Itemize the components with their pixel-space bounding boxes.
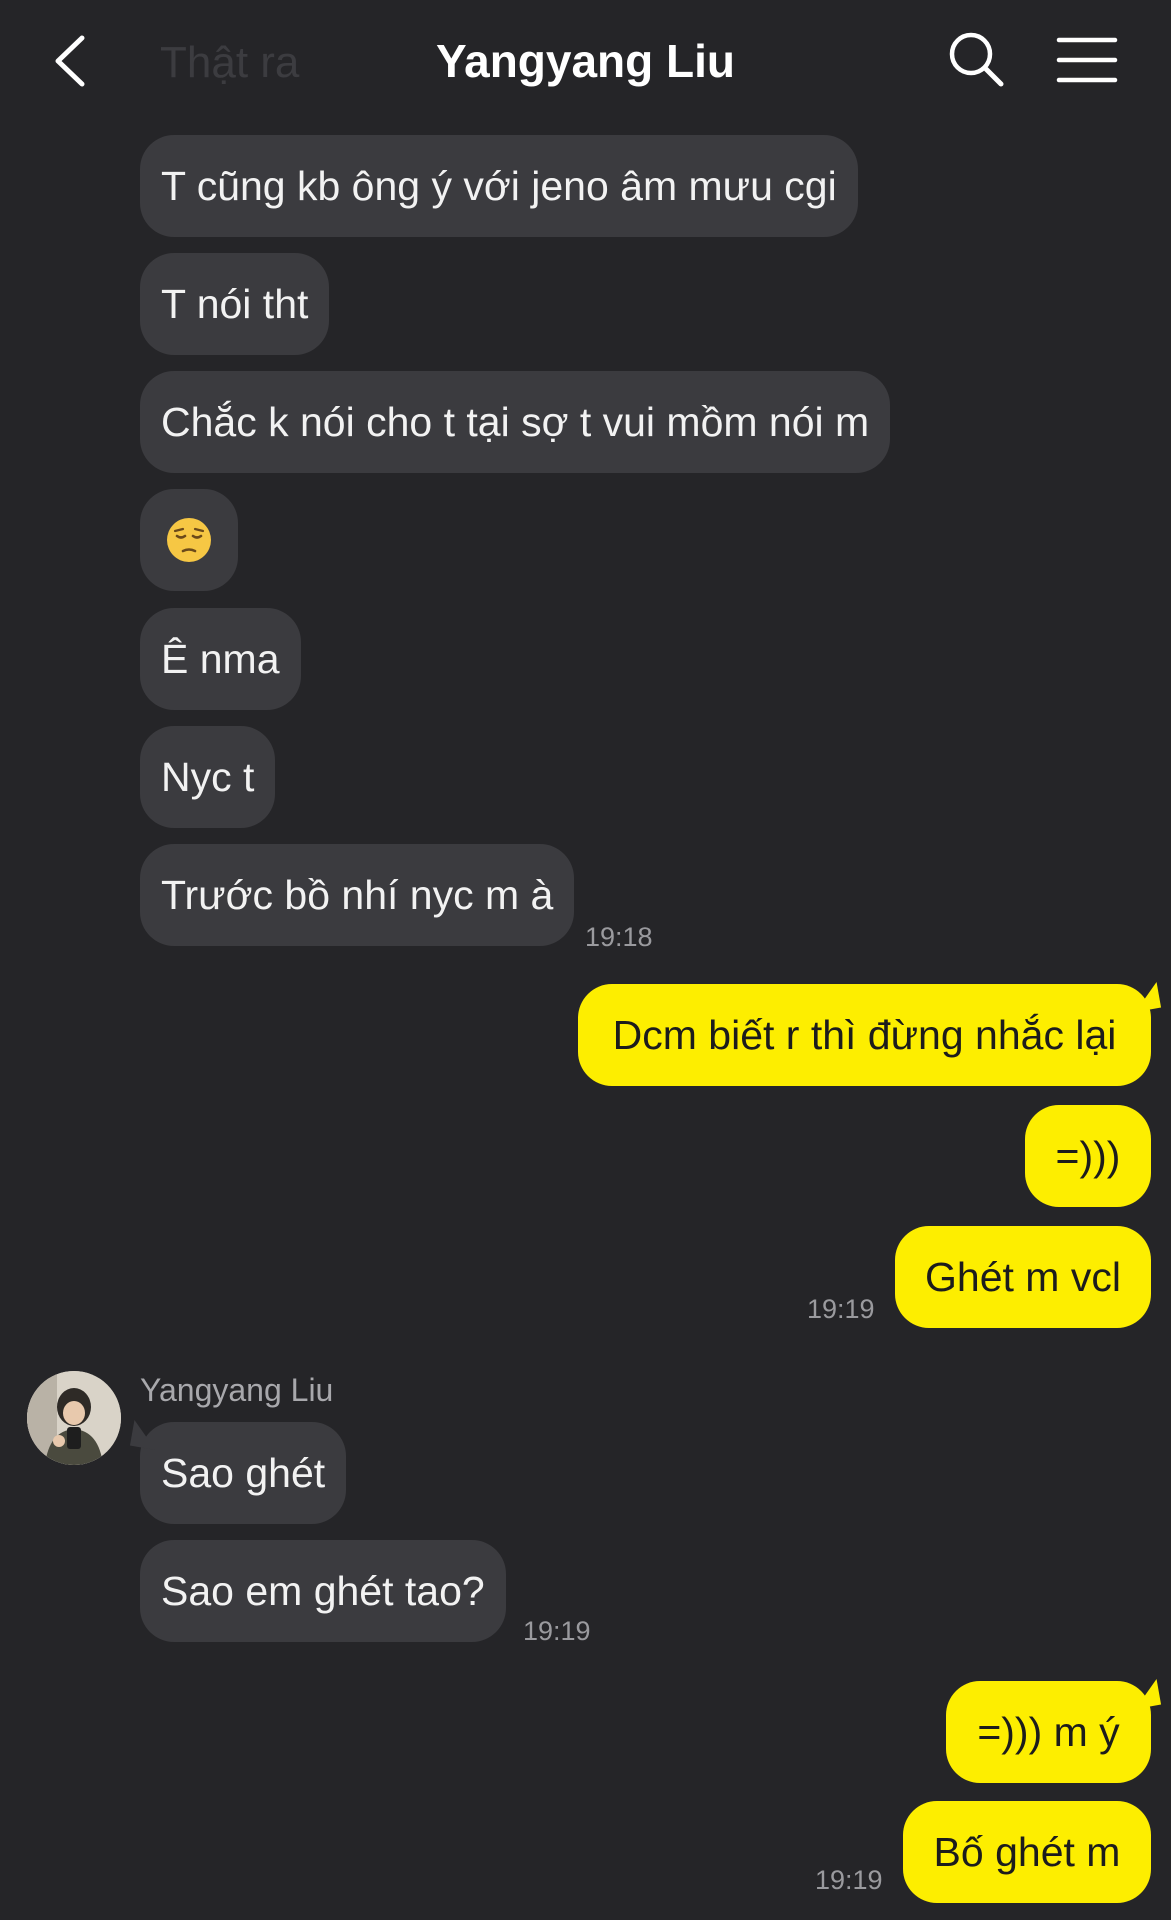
chat-header: Thật ra Yangyang Liu [0, 0, 1171, 125]
received-message-bubble[interactable]: Trước bồ nhí nyc m à [140, 844, 575, 946]
menu-button[interactable] [1055, 32, 1119, 88]
sent-message-bubble[interactable]: Ghét m vcl [895, 1226, 1151, 1328]
hamburger-menu-icon [1056, 37, 1118, 83]
search-button[interactable] [945, 28, 1009, 92]
message-timestamp: 19:19 [815, 1865, 883, 1895]
pensive-face-emoji [167, 518, 211, 562]
sent-message-bubble[interactable]: =))) m ý [946, 1681, 1151, 1783]
received-message-bubble[interactable]: T nói tht [140, 253, 330, 355]
sent-message-bubble[interactable]: =))) [1025, 1105, 1151, 1207]
message-timestamp: 19:19 [523, 1616, 591, 1646]
sent-message-bubble[interactable]: Bố ghét m [903, 1801, 1151, 1903]
message-timestamp: 19:19 [807, 1294, 875, 1324]
received-message-bubble[interactable]: Sao ghét [140, 1422, 347, 1524]
avatar[interactable] [27, 1371, 121, 1465]
received-emoji-bubble[interactable] [140, 489, 238, 591]
sender-name: Yangyang Liu [140, 1372, 334, 1408]
received-message-bubble[interactable]: Sao em ghét tao? [140, 1540, 506, 1642]
sent-message-bubble[interactable]: Dcm biết r thì đừng nhắc lại [578, 984, 1151, 1086]
received-message-bubble[interactable]: Chắc k nói cho t tại sợ t vui mồm nói m [140, 371, 891, 473]
search-icon [949, 32, 1004, 87]
received-message-bubble[interactable]: Nyc t [140, 726, 276, 828]
message-timestamp: 19:18 [585, 922, 653, 952]
received-message-bubble[interactable]: Ê nma [140, 608, 301, 710]
profile-photo-icon [27, 1371, 121, 1465]
received-message-bubble[interactable]: T cũng kb ông ý với jeno âm mưu cgi [140, 135, 858, 237]
